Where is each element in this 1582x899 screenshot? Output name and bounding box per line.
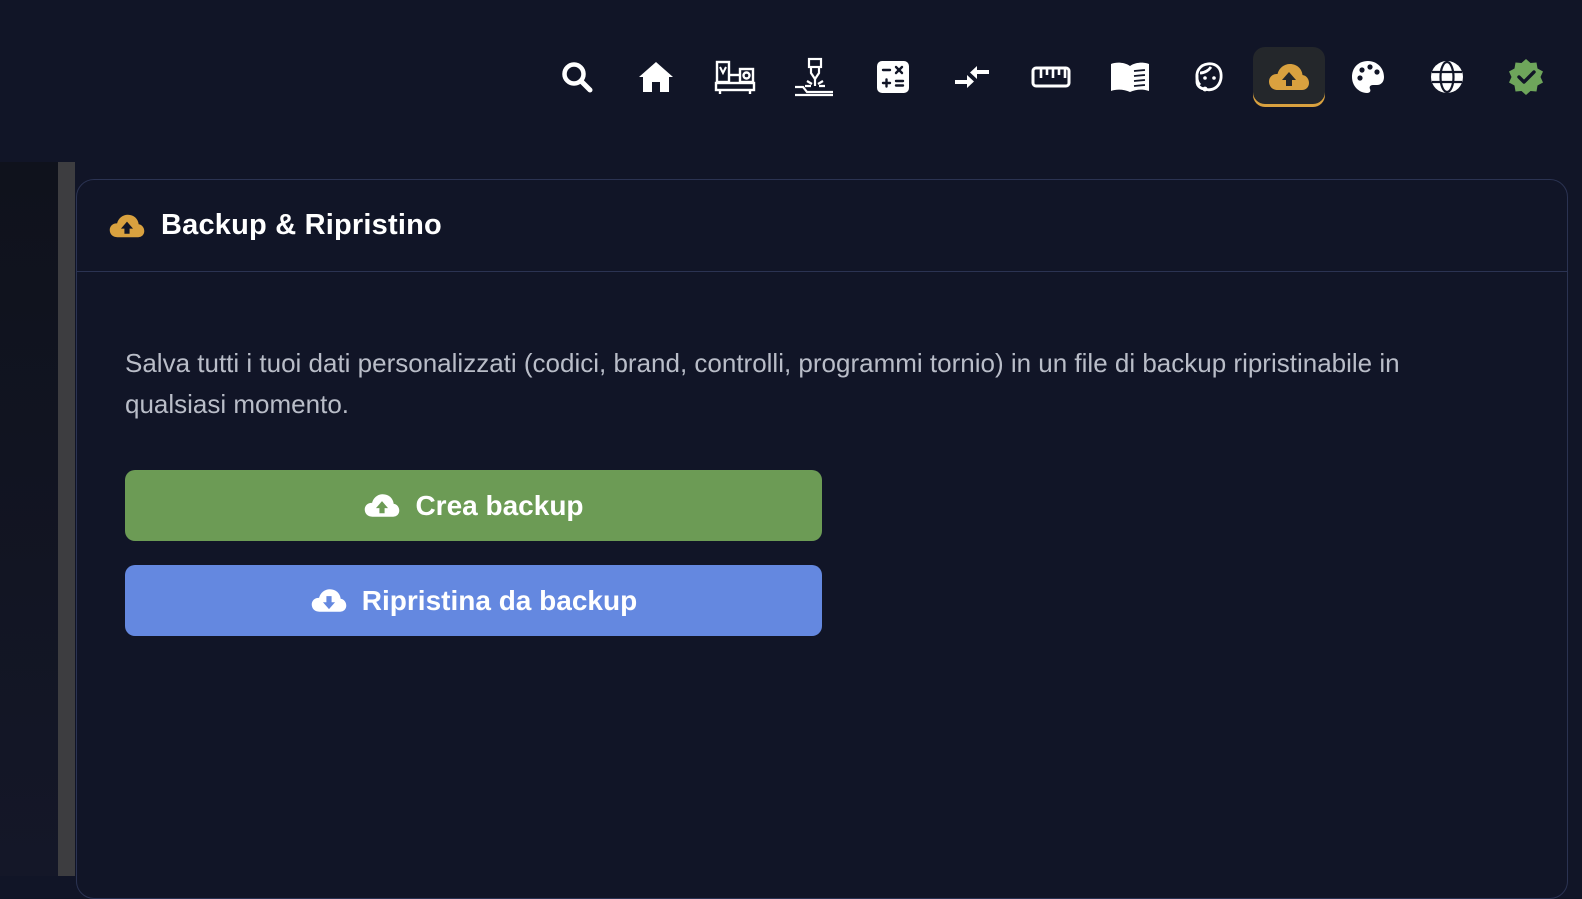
nav-backup-button[interactable] bbox=[1253, 47, 1325, 107]
cloud-upload-icon bbox=[365, 494, 400, 517]
laser-cutter-icon bbox=[795, 57, 833, 97]
nav-verified-button[interactable] bbox=[1490, 47, 1562, 107]
verified-badge-icon bbox=[1509, 59, 1543, 95]
cloud-upload-icon bbox=[109, 214, 145, 237]
nav-manual-button[interactable] bbox=[1094, 47, 1166, 107]
support-agent-icon bbox=[1195, 62, 1223, 92]
sidebar-panel bbox=[0, 162, 58, 876]
scrollbar[interactable] bbox=[58, 162, 75, 876]
cloud-upload-icon bbox=[1269, 64, 1309, 90]
globe-icon bbox=[1431, 60, 1463, 94]
cloud-download-icon bbox=[311, 589, 347, 612]
top-navigation-bar bbox=[0, 0, 1582, 162]
backup-description: Salva tutti i tuoi dati personalizzati (… bbox=[125, 348, 1400, 419]
lathe-icon bbox=[714, 60, 756, 94]
backup-card: Backup & Ripristino Salva tutti i tuoi d… bbox=[76, 179, 1568, 899]
restore-backup-label: Ripristina da backup bbox=[361, 584, 638, 616]
nav-home-button[interactable] bbox=[620, 47, 692, 107]
nav-lathe-button[interactable] bbox=[699, 47, 771, 107]
book-icon bbox=[1111, 62, 1149, 92]
palette-icon bbox=[1352, 61, 1384, 93]
restore-backup-button[interactable]: Ripristina da backup bbox=[125, 565, 822, 636]
search-icon bbox=[562, 62, 593, 93]
nav-search-button[interactable] bbox=[541, 47, 613, 107]
nav-ruler-button[interactable] bbox=[1015, 47, 1087, 107]
compare-icon bbox=[955, 66, 989, 88]
nav-theme-button[interactable] bbox=[1332, 47, 1404, 107]
create-backup-label: Crea backup bbox=[415, 489, 584, 521]
nav-laser-button[interactable] bbox=[778, 47, 850, 107]
calculator-icon bbox=[877, 61, 909, 93]
card-title: Backup & Ripristino bbox=[161, 209, 442, 241]
ruler-icon bbox=[1031, 66, 1071, 88]
card-header: Backup & Ripristino bbox=[77, 180, 1567, 272]
home-icon bbox=[639, 62, 673, 92]
nav-calculator-button[interactable] bbox=[857, 47, 929, 107]
nav-language-button[interactable] bbox=[1411, 47, 1483, 107]
nav-compare-button[interactable] bbox=[936, 47, 1008, 107]
create-backup-button[interactable]: Crea backup bbox=[125, 470, 822, 541]
nav-support-button[interactable] bbox=[1173, 47, 1245, 107]
